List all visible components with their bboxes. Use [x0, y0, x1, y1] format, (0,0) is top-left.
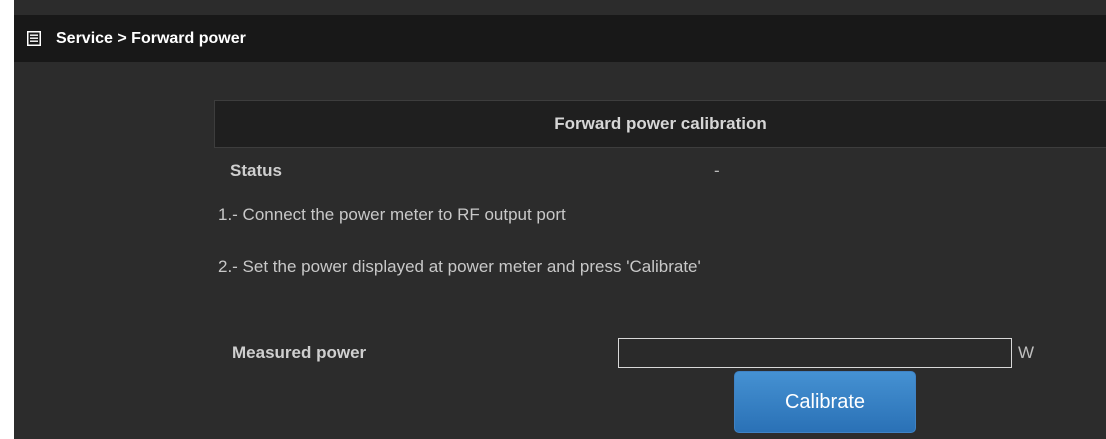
status-value: -: [714, 161, 720, 180]
status-label: Status: [230, 161, 282, 180]
calibrate-button[interactable]: Calibrate: [734, 371, 916, 433]
unit-label: W: [1018, 343, 1035, 362]
app-frame: Service > Forward power Forward power ca…: [14, 0, 1106, 439]
page-title: Service > Forward power: [56, 29, 246, 47]
panel-title: Forward power calibration: [214, 100, 1106, 148]
instruction-step-2: 2.- Set the power displayed at power met…: [218, 257, 701, 276]
calibration-panel: Forward power calibration Status - 1.- C…: [214, 100, 1106, 439]
list-icon: [26, 31, 42, 47]
page-header: Service > Forward power: [14, 15, 1106, 62]
measured-power-label: Measured power: [232, 343, 367, 362]
instruction-step-1: 1.- Connect the power meter to RF output…: [218, 205, 566, 224]
measured-power-input[interactable]: [618, 338, 1012, 368]
